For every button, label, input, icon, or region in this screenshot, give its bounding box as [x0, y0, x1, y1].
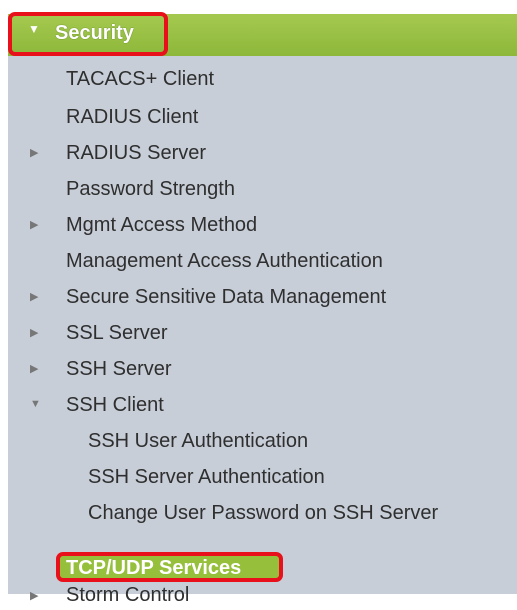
navigation-panel: ▼ Security TACACS+ Client RADIUS Client … [0, 0, 517, 606]
menu-item-change-user-password-ssh-server[interactable]: Change User Password on SSH Server [88, 498, 438, 528]
collapse-arrow-icon[interactable]: ▼ [30, 398, 41, 410]
collapse-arrow-icon: ▼ [28, 22, 40, 36]
menu-item-tacacs-client[interactable]: TACACS+ Client [66, 64, 214, 94]
menu-item-ssh-server-authentication[interactable]: SSH Server Authentication [88, 462, 325, 492]
menu-item-storm-control[interactable]: Storm Control [66, 580, 189, 610]
menu-item-password-strength[interactable]: Password Strength [66, 174, 235, 204]
menu-item-mgmt-access-method[interactable]: Mgmt Access Method [66, 210, 257, 240]
expand-arrow-icon[interactable]: ▶ [30, 326, 38, 339]
menu-item-secure-sensitive-data-management[interactable]: Secure Sensitive Data Management [66, 282, 386, 312]
menu-item-management-access-authentication[interactable]: Management Access Authentication [66, 246, 383, 276]
menu-item-ssh-client[interactable]: SSH Client [66, 390, 164, 420]
security-title[interactable]: Security [55, 21, 134, 45]
menu-item-ssh-user-authentication[interactable]: SSH User Authentication [88, 426, 308, 456]
menu-item-radius-client[interactable]: RADIUS Client [66, 102, 198, 132]
menu-item-radius-server[interactable]: RADIUS Server [66, 138, 206, 168]
expand-arrow-icon[interactable]: ▶ [30, 290, 38, 303]
expand-arrow-icon[interactable]: ▶ [30, 589, 38, 602]
expand-arrow-icon[interactable]: ▶ [30, 362, 38, 375]
menu-item-ssh-server[interactable]: SSH Server [66, 354, 172, 384]
expand-arrow-icon[interactable]: ▶ [30, 146, 38, 159]
expand-arrow-icon[interactable]: ▶ [30, 218, 38, 231]
menu-item-ssl-server[interactable]: SSL Server [66, 318, 168, 348]
menu-item-tcp-udp-services[interactable]: TCP/UDP Services [66, 553, 241, 583]
